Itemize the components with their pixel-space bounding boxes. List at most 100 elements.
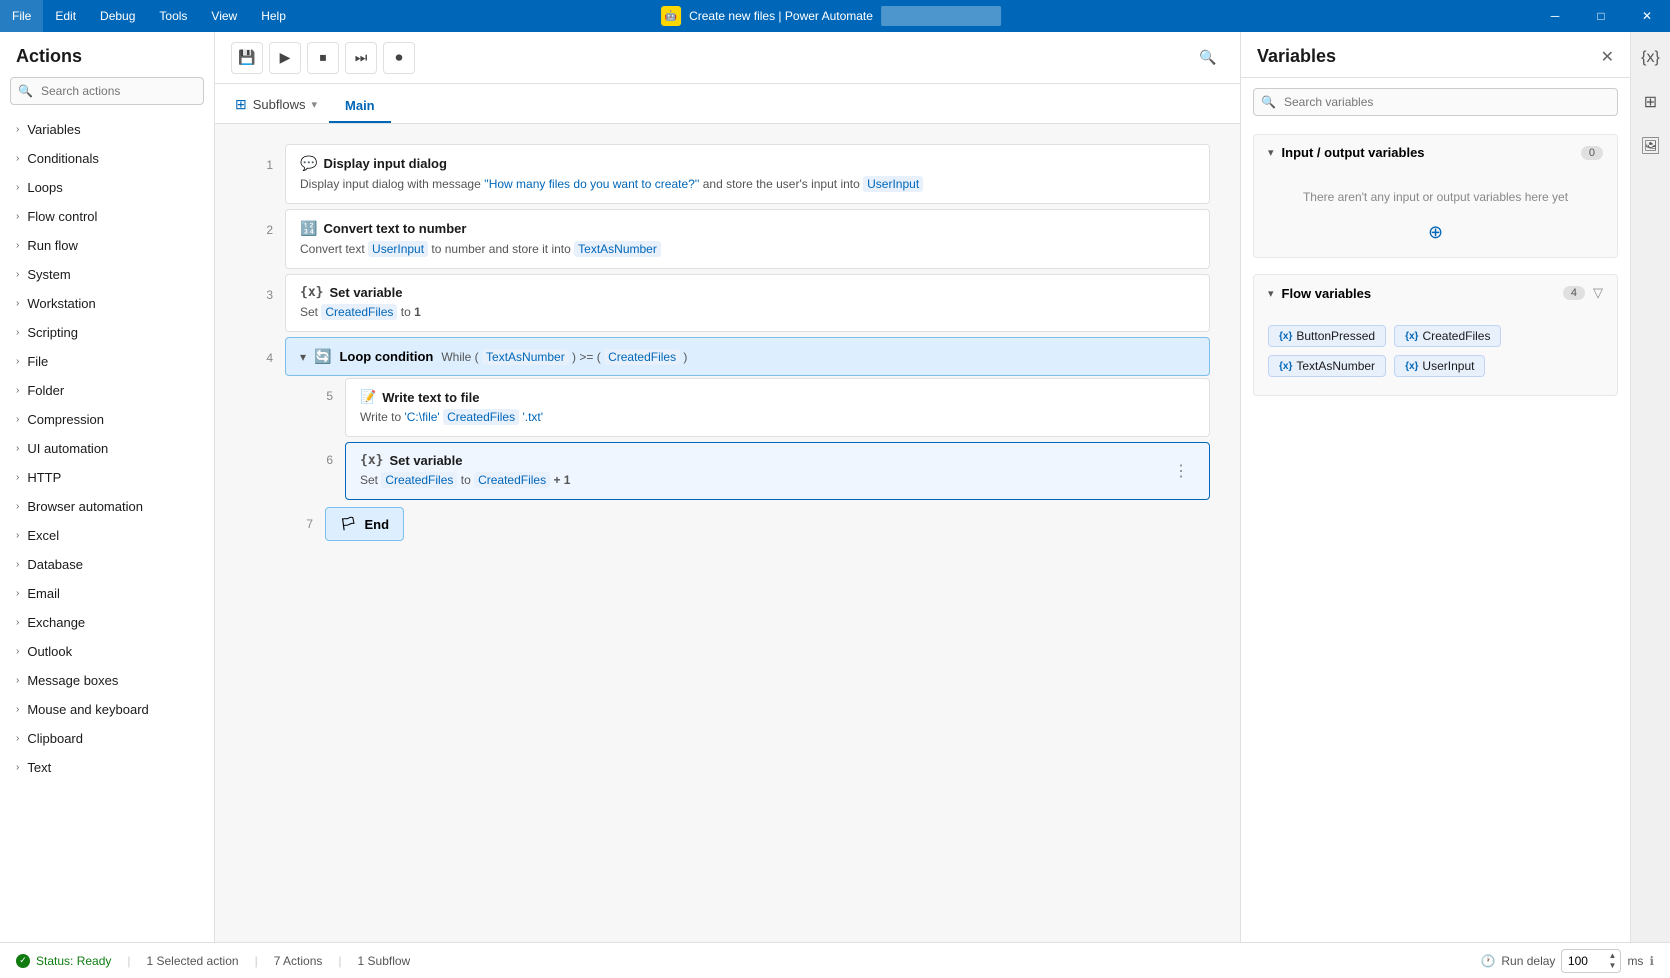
image-icon[interactable]: 🖼 <box>1635 130 1667 162</box>
toolbar-left: 💾 ▶ ⏹ ⏭ ⏺ <box>231 42 415 74</box>
sidebar-item-workstation[interactable]: ›Workstation <box>0 289 214 318</box>
sidebar-item-run-flow[interactable]: ›Run flow <box>0 231 214 260</box>
step-card-1[interactable]: 💬 Display input dialog Display input dia… <box>285 144 1210 204</box>
step-body-5: Write to 'C:\file' CreatedFiles '.txt' <box>360 408 1195 426</box>
run-delay-label: Run delay <box>1501 954 1555 968</box>
var-chip-createdfiles[interactable]: {x} CreatedFiles <box>1394 325 1501 347</box>
var-chip-userinput[interactable]: {x} UserInput <box>1394 355 1485 377</box>
io-empty-text: There aren't any input or output variabl… <box>1268 180 1603 214</box>
flow-section-filter[interactable]: ▽ <box>1593 285 1603 301</box>
variable-icon-3: {x} <box>300 285 323 300</box>
flow-step-1: 1 💬 Display input dialog Display input d… <box>245 144 1210 207</box>
sidebar-item-text[interactable]: ›Text <box>0 753 214 782</box>
sidebar-item-flow-control[interactable]: ›Flow control <box>0 202 214 231</box>
tab-subflows[interactable]: ⊞ Subflows ▾ <box>223 88 329 123</box>
chevron-icon: › <box>16 211 19 222</box>
save-button[interactable]: 💾 <box>231 42 263 74</box>
sidebar-item-message-boxes[interactable]: ›Message boxes <box>0 666 214 695</box>
variables-toggle-icon[interactable]: {x} <box>1635 42 1667 74</box>
menu-view[interactable]: View <box>199 0 249 32</box>
run-delay-input-container: ▲ ▼ <box>1561 949 1621 973</box>
search-variables-icon: 🔍 <box>1261 95 1276 109</box>
sidebar-item-conditionals[interactable]: ›Conditionals <box>0 144 214 173</box>
info-icon[interactable]: ℹ <box>1649 954 1654 968</box>
sidebar-item-database[interactable]: ›Database <box>0 550 214 579</box>
search-icon: 🔍 <box>18 84 33 98</box>
user-profile[interactable] <box>881 6 1001 26</box>
step-more-menu[interactable]: ⋮ <box>1167 461 1195 481</box>
io-section-count: 0 <box>1581 146 1603 160</box>
canvas-area: 💾 ▶ ⏹ ⏭ ⏺ 🔍 ⊞ Subflows ▾ Main 1 <box>215 32 1240 942</box>
step-number-6: 6 <box>305 442 345 467</box>
subflows-icon: ⊞ <box>235 96 247 113</box>
var-userinput-2: UserInput <box>368 241 428 257</box>
run-delay-section: 🕐 Run delay ▲ ▼ ms ℹ <box>1480 949 1654 973</box>
step-next-button[interactable]: ⏭ <box>345 42 377 74</box>
record-button[interactable]: ⏺ <box>383 42 415 74</box>
variables-header: Variables ✕ <box>1241 32 1630 78</box>
chevron-icon: › <box>16 443 19 454</box>
sidebar-item-ui-automation[interactable]: ›UI automation <box>0 434 214 463</box>
run-button[interactable]: ▶ <box>269 42 301 74</box>
step-card-2[interactable]: 🔢 Convert text to number Convert text Us… <box>285 209 1210 269</box>
loop-refresh-icon: 🔄 <box>314 348 331 365</box>
menu-file[interactable]: File <box>0 0 43 32</box>
step-card-6[interactable]: {x} Set variable Set CreatedFiles to Cre… <box>345 442 1210 500</box>
menu-debug[interactable]: Debug <box>88 0 147 32</box>
spinner-down[interactable]: ▼ <box>1609 961 1617 971</box>
flow-section-header[interactable]: ▾ Flow variables 4 ▽ <box>1254 275 1617 311</box>
var-chip-textasnumber[interactable]: {x} TextAsNumber <box>1268 355 1386 377</box>
loop-header[interactable]: ▾ 🔄 Loop condition While ( TextAsNumber … <box>285 337 1210 376</box>
sidebar-item-clipboard[interactable]: ›Clipboard <box>0 724 214 753</box>
sidebar-item-scripting[interactable]: ›Scripting <box>0 318 214 347</box>
search-actions-input[interactable] <box>10 77 204 105</box>
chevron-icon: › <box>16 588 19 599</box>
chevron-icon: › <box>16 762 19 773</box>
sidebar-item-system[interactable]: ›System <box>0 260 214 289</box>
spinner-up[interactable]: ▲ <box>1609 951 1617 961</box>
io-section-header[interactable]: ▾ Input / output variables 0 <box>1254 135 1617 170</box>
collapse-icon[interactable]: ▾ <box>300 350 306 364</box>
app-logo: 🤖 <box>661 6 681 26</box>
menu-help[interactable]: Help <box>249 0 298 32</box>
menu-tools[interactable]: Tools <box>147 0 199 32</box>
minimize-button[interactable]: ─ <box>1532 0 1578 32</box>
var-chip-buttonpressed[interactable]: {x} ButtonPressed <box>1268 325 1386 347</box>
step-card-3[interactable]: {x} Set variable Set CreatedFiles to 1 <box>285 274 1210 332</box>
io-add-button[interactable]: ⊕ <box>1268 222 1603 243</box>
sidebar-item-excel[interactable]: ›Excel <box>0 521 214 550</box>
subflows-count: 1 Subflow <box>358 954 411 968</box>
stop-button[interactable]: ⏹ <box>307 42 339 74</box>
sidebar-item-folder[interactable]: ›Folder <box>0 376 214 405</box>
sidebar-item-compression[interactable]: ›Compression <box>0 405 214 434</box>
sidebar-item-exchange[interactable]: ›Exchange <box>0 608 214 637</box>
sidebar-item-loops[interactable]: ›Loops <box>0 173 214 202</box>
chevron-icon: › <box>16 327 19 338</box>
run-delay-input[interactable] <box>1566 954 1604 968</box>
chevron-icon: › <box>16 414 19 425</box>
end-card[interactable]: 🏳 End <box>325 507 404 541</box>
sidebar-item-email[interactable]: ›Email <box>0 579 214 608</box>
var-createdfiles-5: CreatedFiles <box>443 409 519 425</box>
tab-main[interactable]: Main <box>329 90 391 123</box>
actions-title: Actions <box>0 32 214 77</box>
sidebar-item-mouse-keyboard[interactable]: ›Mouse and keyboard <box>0 695 214 724</box>
chevron-icon: › <box>16 559 19 570</box>
search-variables-input[interactable] <box>1253 88 1618 116</box>
step-body-3: Set CreatedFiles to 1 <box>300 303 1195 321</box>
sidebar-item-outlook[interactable]: ›Outlook <box>0 637 214 666</box>
menu-edit[interactable]: Edit <box>43 0 88 32</box>
sidebar-item-http[interactable]: ›HTTP <box>0 463 214 492</box>
sidebar-item-file[interactable]: ›File <box>0 347 214 376</box>
close-button[interactable]: ✕ <box>1624 0 1670 32</box>
loop-container: ▾ 🔄 Loop condition While ( TextAsNumber … <box>285 337 1210 541</box>
sidebar-item-browser-automation[interactable]: ›Browser automation <box>0 492 214 521</box>
layers-icon[interactable]: ⊞ <box>1635 86 1667 118</box>
flow-variables-section: ▾ Flow variables 4 ▽ {x} ButtonPressed {… <box>1253 274 1618 396</box>
variables-close-button[interactable]: ✕ <box>1601 47 1614 67</box>
maximize-button[interactable]: □ <box>1578 0 1624 32</box>
canvas-search-button[interactable]: 🔍 <box>1192 42 1224 74</box>
step-number-1: 1 <box>245 144 285 172</box>
sidebar-item-variables[interactable]: ›Variables <box>0 115 214 144</box>
step-card-5[interactable]: 📝 Write text to file Write to 'C:\file' … <box>345 378 1210 437</box>
